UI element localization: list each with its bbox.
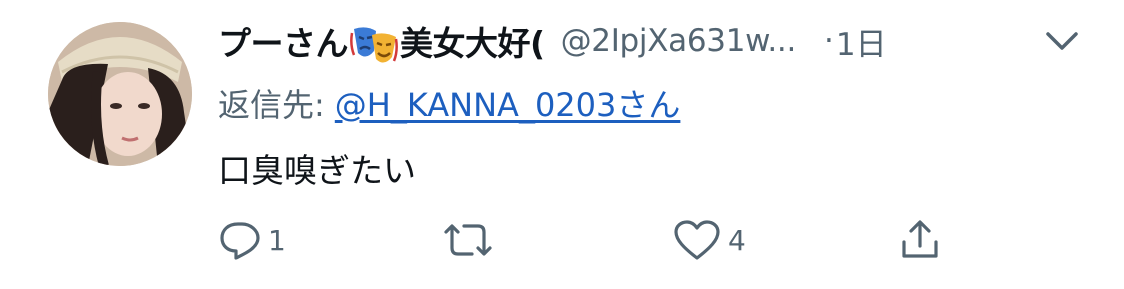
display-name-suffix: 美女大好( — [400, 23, 545, 63]
display-name-prefix: プーさん — [218, 23, 349, 63]
share-button[interactable] — [898, 218, 942, 262]
more-options-button[interactable] — [1042, 26, 1082, 58]
display-name[interactable]: プーさん 美女大好( — [218, 17, 545, 66]
chevron-down-icon — [1046, 32, 1078, 50]
tweet-card[interactable]: プーさん 美女大好( @2IpjXa631w... · 1日 返信先: @H_K… — [0, 0, 1124, 289]
reply-button[interactable]: 1 — [218, 218, 286, 262]
performing-arts-icon — [350, 25, 398, 65]
separator-dot: · — [824, 23, 834, 59]
user-handle[interactable]: @2IpjXa631w... — [561, 23, 797, 59]
like-count: 4 — [728, 223, 746, 257]
avatar[interactable] — [48, 22, 192, 166]
replying-to: 返信先: @H_KANNA_0203さん — [218, 80, 680, 126]
replying-to-link[interactable]: @H_KANNA_0203さん — [335, 86, 681, 124]
heart-icon — [674, 220, 720, 260]
tweet-text: 口臭嗅ぎたい — [218, 151, 416, 190]
share-icon — [902, 220, 938, 258]
replying-to-label: 返信先: — [218, 86, 325, 124]
reply-count: 1 — [268, 223, 286, 257]
tweet-header: プーさん 美女大好( @2IpjXa631w... · 1日 — [218, 18, 887, 64]
like-button[interactable]: 4 — [672, 218, 746, 262]
retweet-icon — [444, 224, 492, 256]
reply-icon — [220, 222, 260, 260]
retweet-button[interactable] — [440, 218, 502, 262]
timestamp[interactable]: 1日 — [836, 19, 887, 64]
avatar-image — [48, 22, 192, 166]
